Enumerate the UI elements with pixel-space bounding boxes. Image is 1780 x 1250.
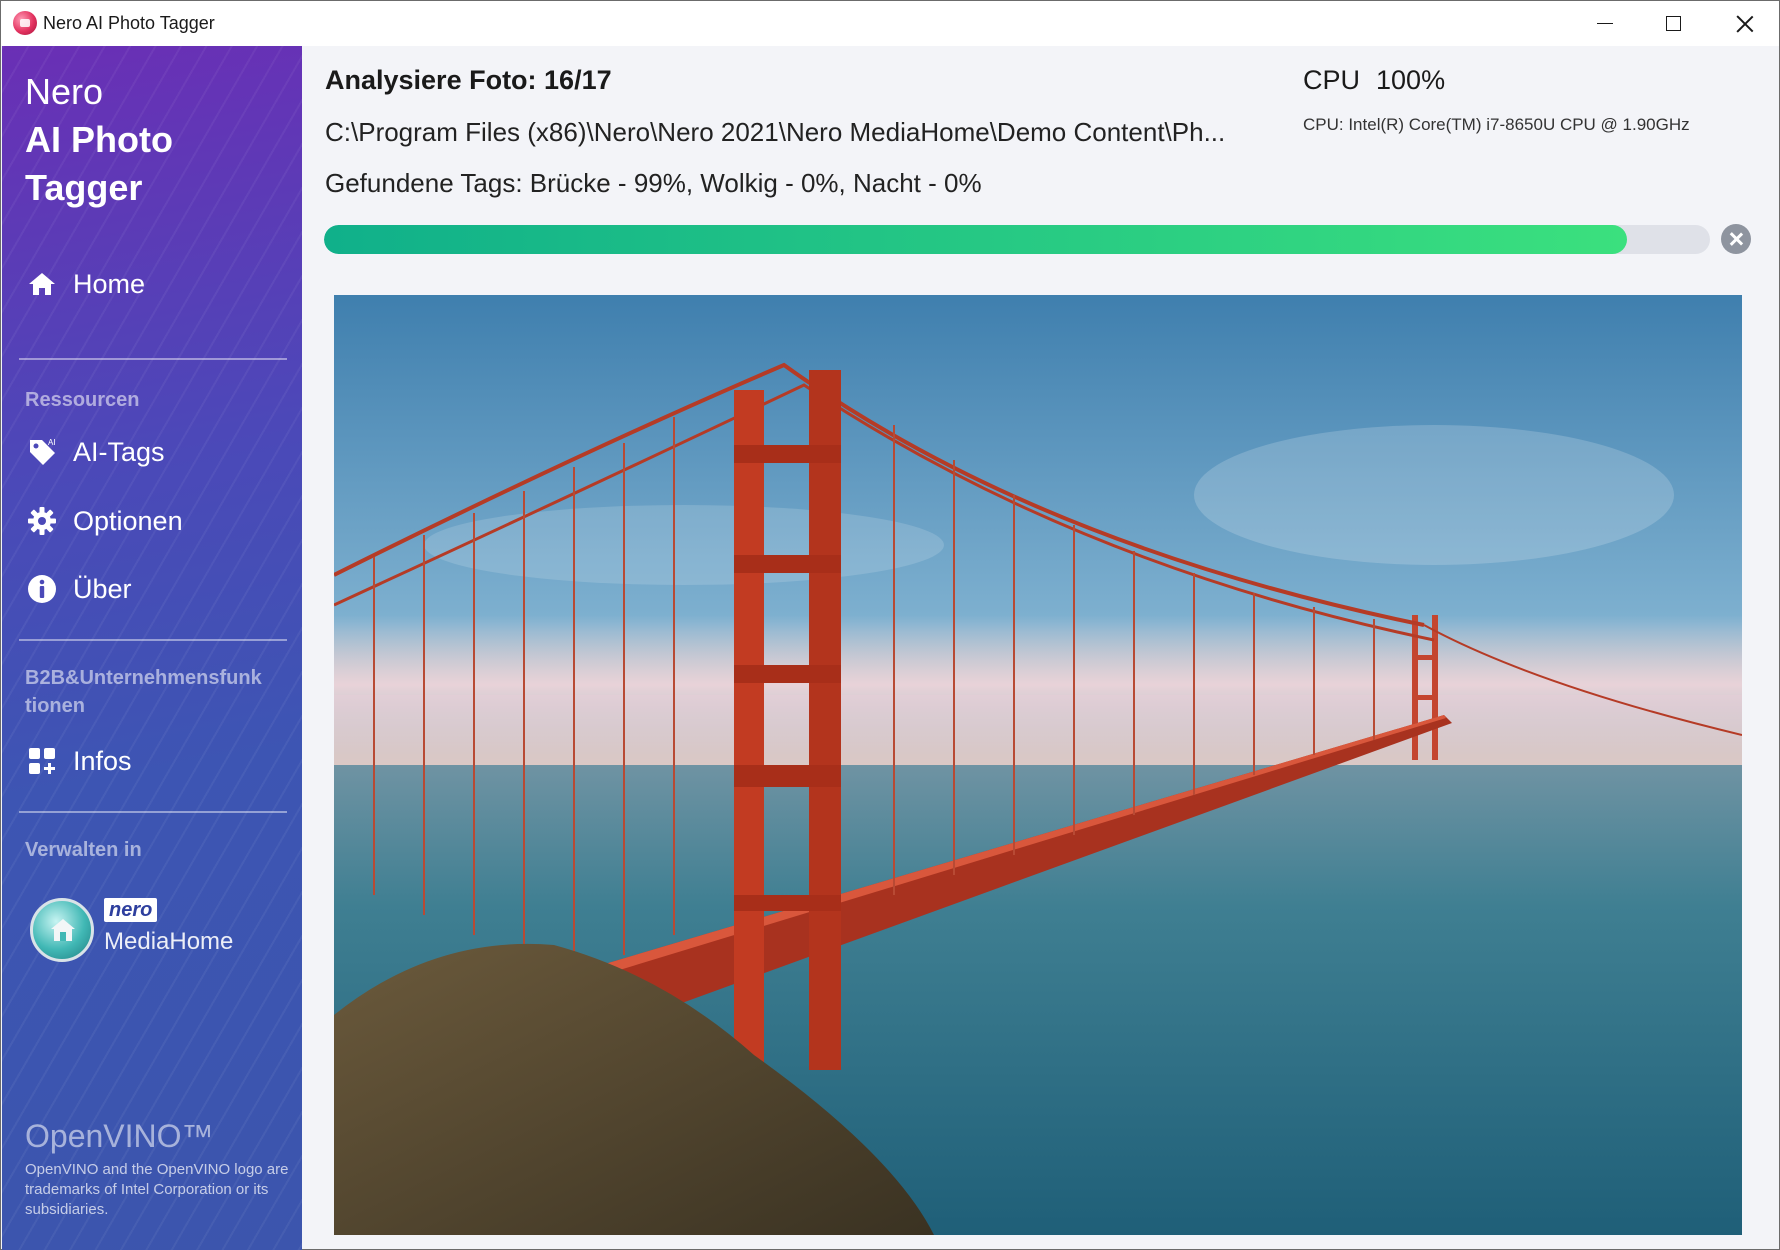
cancel-analysis-button[interactable] (1721, 224, 1751, 254)
openvino-trademark-note: OpenVINO and the OpenVINO logo are trade… (25, 1161, 289, 1218)
sidebar-item-label: Optionen (73, 505, 183, 536)
sidebar-item-about[interactable]: Über (25, 569, 132, 609)
sidebar-item-infos[interactable]: Infos (25, 741, 132, 781)
sidebar-divider (19, 639, 287, 641)
current-file-path: C:\Program Files (x86)\Nero\Nero 2021\Ne… (325, 117, 1226, 147)
minimize-icon (1597, 23, 1613, 24)
grid-plus-icon (25, 744, 59, 778)
tag-icon: AI (25, 435, 59, 469)
info-icon (25, 572, 59, 606)
section-label-b2b: B2B&Unternehmensfunk tionen (25, 667, 262, 717)
brand-title: Nero AI Photo Tagger (25, 68, 173, 212)
gear-icon (25, 504, 59, 538)
sidebar-item-ai-tags[interactable]: AI AI-Tags (25, 432, 165, 472)
window-title: Nero AI Photo Tagger (43, 13, 215, 33)
brand-line-1: Nero (25, 71, 104, 112)
mediahome-logo-icon (30, 898, 94, 962)
mediahome-brand: nero (104, 898, 158, 922)
sidebar-item-label: Über (73, 573, 132, 604)
found-tags-text: Gefundene Tags: Brücke - 99%, Wolkig - 0… (325, 168, 982, 198)
progress-fill (324, 225, 1627, 254)
title-bar[interactable]: Nero AI Photo Tagger (1, 1, 1779, 46)
app-logo-icon (13, 11, 37, 35)
sidebar-item-home[interactable]: Home (25, 264, 145, 304)
analysis-status-title: Analysiere Foto: 16/17 (325, 65, 612, 95)
openvino-logo: OpenVINO™ (25, 1118, 214, 1154)
app-window: Nero AI Photo Tagger Nero AI Photo Tagge… (0, 0, 1780, 1250)
cpu-model: CPU: Intel(R) Core(TM) i7-8650U CPU @ 1.… (1303, 115, 1690, 134)
sidebar-item-options[interactable]: Optionen (25, 501, 183, 541)
cpu-label: CPU (1303, 65, 1361, 95)
sidebar-divider (19, 358, 287, 360)
section-label-resources: Ressourcen (25, 389, 140, 411)
home-icon (25, 267, 59, 301)
cpu-value: 100% (1376, 65, 1446, 95)
mediahome-label: MediaHome (104, 928, 234, 955)
maximize-button[interactable] (1637, 1, 1709, 46)
brand-line-3: Tagger (25, 167, 143, 208)
mediahome-link[interactable]: nero MediaHome (30, 896, 270, 966)
cpu-usage: CPU 100% (1303, 65, 1445, 96)
svg-text:AI: AI (48, 438, 56, 447)
photo-preview (334, 295, 1742, 1235)
sidebar-item-label: Infos (73, 745, 132, 776)
minimize-button[interactable] (1569, 1, 1641, 46)
close-button[interactable] (1709, 1, 1780, 46)
close-icon (1736, 15, 1754, 33)
maximize-icon (1665, 16, 1681, 31)
sidebar-divider (19, 811, 287, 813)
section-label-manage: Verwalten in (25, 839, 142, 861)
sidebar: Nero AI Photo Tagger Home Ressourcen AI … (2, 46, 302, 1250)
sidebar-item-label: AI-Tags (73, 436, 165, 467)
sidebar-item-label: Home (73, 268, 146, 299)
analysis-progress-bar (324, 225, 1710, 254)
brand-line-2: AI Photo (25, 119, 173, 160)
